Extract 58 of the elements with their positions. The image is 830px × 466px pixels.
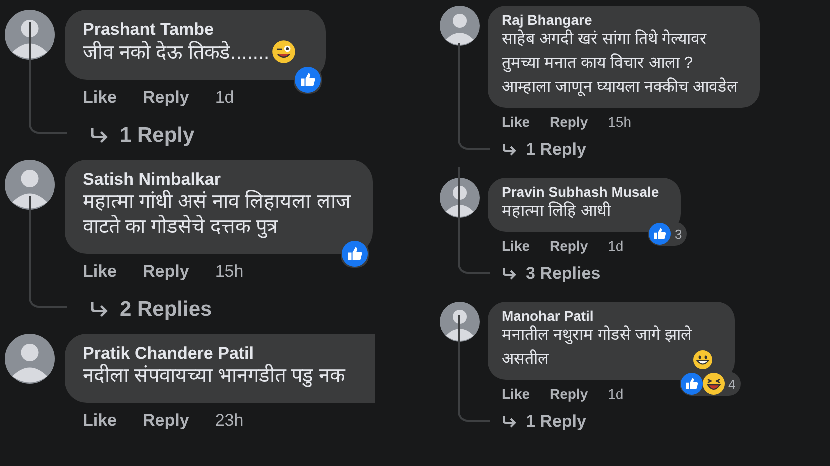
comment-text: महात्मा लिहि आधी (502, 200, 611, 222)
reply-link[interactable]: Reply (143, 262, 190, 282)
thumbs-up-icon (342, 241, 368, 267)
reply-arrow-icon (502, 143, 518, 157)
avatar-icon[interactable] (440, 6, 480, 46)
reaction-badge[interactable]: 4 (680, 372, 741, 396)
like-link[interactable]: Like (502, 238, 530, 254)
comment-text: जीव नको देऊ तिकडे....... (83, 41, 270, 66)
like-link[interactable]: Like (83, 88, 118, 108)
reaction-count: 4 (728, 376, 737, 392)
thumbs-up-icon (294, 67, 321, 93)
comment-time[interactable]: 1d (608, 386, 624, 402)
reply-arrow-icon (502, 267, 518, 281)
author-name[interactable]: Manohar Patil (502, 308, 713, 324)
author-name[interactable]: Pratik Chandere Patil (83, 344, 346, 364)
comment-text: मनातील नथुराम गोडसे जागे झाले असतील (502, 324, 692, 370)
view-replies-link[interactable]: 1 Reply (502, 410, 586, 434)
view-replies-link[interactable]: 1 Reply (90, 122, 195, 150)
author-name[interactable]: Pravin Subhash Musale (502, 184, 660, 200)
smiling-face-icon (692, 350, 713, 370)
like-link[interactable]: Like (502, 114, 530, 130)
reaction-badge[interactable]: 3 (648, 222, 688, 246)
comment-text: साहेब अगदी खरं सांगा तिथे गेल्यावर तुमच्या मनात काय विचार आला ? आम्हाला जाणून घ्यायला नक्कीच आवडेल (502, 28, 738, 98)
reply-link[interactable]: Reply (143, 88, 190, 108)
thumbs-up-icon (648, 223, 671, 245)
author-name[interactable]: Satish Nimbalkar (83, 170, 351, 190)
view-replies-link[interactable]: 2 Replies (90, 296, 212, 324)
comment-text: नदीला संपवायच्या भानगडीत पडु नक (83, 364, 346, 389)
reaction-count: 3 (674, 226, 684, 242)
avatar-icon[interactable] (440, 302, 480, 342)
view-replies-link[interactable]: 3 Replies (502, 262, 601, 286)
winking-face-icon (272, 40, 296, 64)
thumbs-up-icon (680, 373, 703, 395)
reply-link[interactable]: Reply (550, 238, 588, 254)
reply-arrow-icon (90, 127, 110, 145)
comment-text: महात्मा गांधी असं नाव लिहायला लाज वाटते का गोडसेचे दत्तक पुत्र (83, 190, 351, 240)
reply-arrow-icon (90, 301, 110, 319)
avatar-icon[interactable] (5, 10, 55, 60)
comment-time[interactable]: 15h (215, 262, 244, 282)
author-name[interactable]: Raj Bhangare (502, 12, 738, 28)
reply-link[interactable]: Reply (143, 411, 190, 431)
view-replies-link[interactable]: 1 Reply (502, 138, 586, 162)
avatar-icon[interactable] (5, 334, 55, 384)
reply-link[interactable]: Reply (550, 386, 588, 402)
author-name[interactable]: Prashant Tambe (83, 20, 296, 40)
comment-time[interactable]: 23h (215, 411, 244, 431)
reaction-badge[interactable] (340, 240, 369, 268)
like-link[interactable]: Like (502, 386, 530, 402)
avatar-icon[interactable] (5, 160, 55, 210)
reaction-badge[interactable] (294, 66, 322, 94)
avatar-icon[interactable] (440, 178, 480, 218)
comment-time[interactable]: 1d (608, 238, 624, 254)
reply-arrow-icon (502, 415, 518, 429)
like-link[interactable]: Like (83, 262, 118, 282)
comment-time[interactable]: 15h (608, 114, 632, 130)
reply-link[interactable]: Reply (550, 114, 588, 130)
like-link[interactable]: Like (83, 411, 118, 431)
comment-time[interactable]: 1d (215, 88, 234, 108)
